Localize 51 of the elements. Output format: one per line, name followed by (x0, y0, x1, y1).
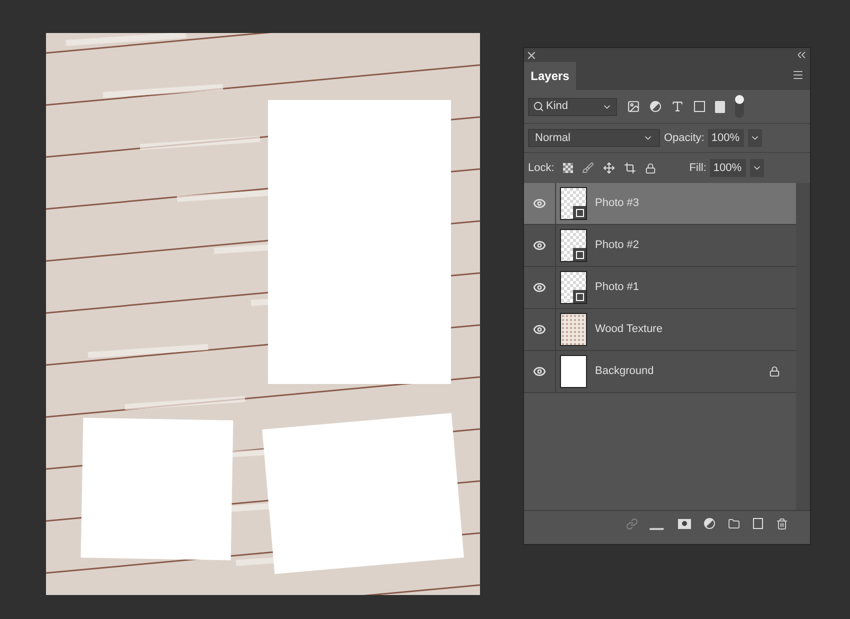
opacity-label: Opacity: (664, 130, 704, 146)
menu-icon[interactable] (792, 69, 804, 81)
fill-field[interactable]: 100% (710, 159, 746, 177)
layer-name: Photo #3 (595, 196, 640, 212)
brush-icon[interactable] (582, 162, 594, 174)
smart-object-thumbnail (560, 229, 587, 262)
filter-dropdown[interactable]: Kind (528, 98, 617, 116)
image-filter-icon[interactable] (627, 100, 640, 113)
adjustment-filter-icon[interactable] (650, 101, 661, 112)
mask-icon[interactable] (678, 518, 691, 528)
opacity-field[interactable]: 100% (708, 129, 744, 147)
trash-icon[interactable] (776, 518, 788, 530)
shape-filter-icon[interactable] (694, 101, 705, 112)
scrollbar-track[interactable] (796, 183, 810, 510)
blank-layer-thumbnail (560, 355, 587, 388)
opacity-dropdown-button[interactable] (748, 129, 762, 147)
layer-row[interactable]: Wood Texture (524, 309, 796, 351)
layers-tab[interactable]: Layers (524, 62, 576, 90)
adjustment-layer-icon[interactable] (704, 518, 715, 529)
layer-name: Background (595, 364, 655, 380)
layer-row[interactable]: Photo #1 (524, 267, 796, 309)
layer-row[interactable]: Photo #3 (524, 183, 796, 225)
filter-toggle[interactable] (735, 95, 744, 118)
lock-label: Lock: (528, 160, 554, 176)
eye-icon[interactable] (533, 197, 546, 210)
folder-icon[interactable] (728, 518, 740, 530)
layer-row[interactable]: Photo #2 (524, 225, 796, 267)
lock-icon[interactable] (645, 162, 656, 174)
eye-icon[interactable] (533, 323, 546, 336)
close-icon[interactable] (528, 52, 535, 58)
smart-object-thumbnail (560, 187, 587, 220)
layer-name: Wood Texture (595, 322, 664, 338)
collapse-icon[interactable] (798, 52, 806, 58)
smart-object-filter-icon[interactable] (715, 100, 725, 112)
move-icon[interactable] (603, 162, 616, 174)
layer-row[interactable]: Background (524, 351, 796, 393)
type-filter-icon[interactable] (671, 100, 684, 113)
fill-label: Fill: (689, 160, 706, 176)
fill-dropdown-button[interactable] (750, 159, 764, 177)
search-icon (533, 101, 544, 112)
smart-object-thumbnail (560, 271, 587, 304)
new-layer-icon[interactable] (753, 518, 763, 529)
layer-name: Photo #1 (595, 280, 640, 296)
blend-mode-dropdown[interactable]: Normal (528, 129, 660, 147)
artboard-icon[interactable] (624, 162, 636, 174)
eye-icon[interactable] (533, 281, 546, 294)
lock-transparency-icon[interactable] (563, 163, 574, 173)
texture-thumbnail (560, 313, 587, 346)
layer-name: Photo #2 (595, 238, 640, 254)
eye-icon[interactable] (533, 239, 546, 252)
eye-icon[interactable] (533, 365, 546, 378)
